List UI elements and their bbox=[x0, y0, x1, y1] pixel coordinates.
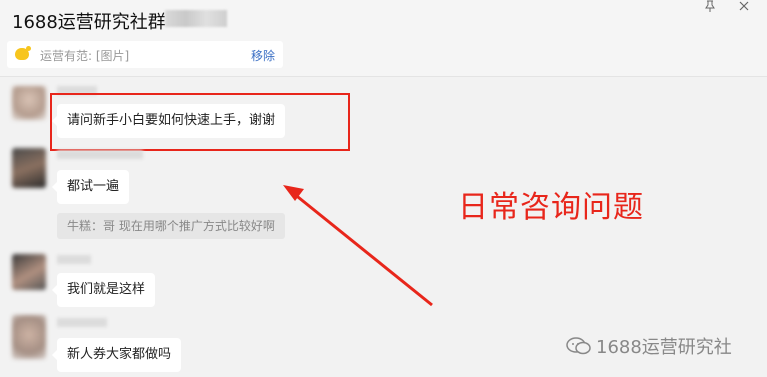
annotation-arrow bbox=[283, 185, 433, 307]
annotation-label: 日常咨询问题 bbox=[458, 190, 644, 225]
watermark: 1688运营研究社 bbox=[566, 333, 732, 359]
watermark-text: 1688运营研究社 bbox=[596, 337, 732, 358]
wechat-icon bbox=[566, 336, 592, 356]
